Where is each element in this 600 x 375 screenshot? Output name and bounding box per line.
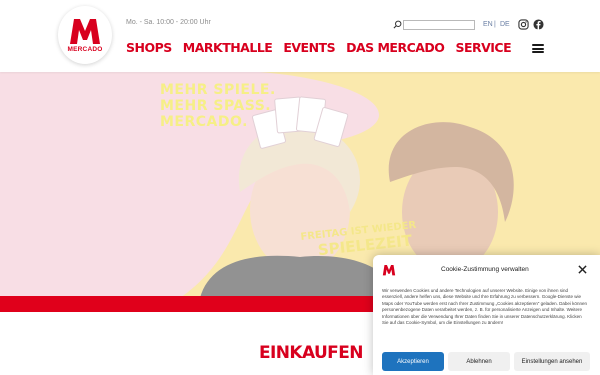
instagram-icon[interactable] — [518, 19, 529, 30]
accept-button[interactable]: Akzeptieren — [382, 352, 444, 371]
view-preferences-button[interactable]: Einstellungen ansehen — [514, 352, 590, 371]
nav-service[interactable]: SERVICE — [455, 40, 511, 55]
language-de[interactable]: DE — [500, 21, 510, 28]
logo-text: MERCADO — [67, 46, 103, 53]
language-separator: | — [494, 21, 496, 28]
site-header: MERCADO Mo. - Sa. 10:00 - 20:00 Uhr SHOP… — [0, 0, 600, 72]
mercado-logo[interactable]: MERCADO — [58, 6, 112, 64]
nav-shops[interactable]: SHOPS — [126, 40, 172, 55]
facebook-icon[interactable] — [533, 19, 544, 30]
hero-slogan-line-2: MEHR SPASS. — [160, 98, 272, 114]
deny-button[interactable]: Ablehnen — [448, 352, 510, 371]
search-input[interactable] — [403, 20, 475, 30]
main-navigation: SHOPS MARKTHALLE EVENTS DAS MERCADO SERV… — [126, 40, 512, 55]
search-icon[interactable] — [393, 20, 402, 29]
cookie-body-text: Wir verwenden Cookies und andere Technol… — [382, 288, 587, 326]
hero-slogan-line-3: MERCADO. — [160, 114, 248, 130]
hero-slogan-line-1: MEHR SPIELE. — [160, 82, 276, 98]
language-en[interactable]: EN — [483, 21, 493, 28]
menu-icon[interactable] — [532, 44, 544, 53]
opening-hours: Mo. - Sa. 10:00 - 20:00 Uhr — [126, 19, 211, 26]
cookie-title: Cookie-Zustimmung verwalten — [441, 266, 529, 273]
section-title: EINKAUFEN — [259, 343, 363, 363]
nav-events[interactable]: EVENTS — [283, 40, 335, 55]
hero-slogan: MEHR SPIELE. MEHR SPASS. MERCADO. — [160, 82, 276, 130]
nav-markthalle[interactable]: MARKTHALLE — [183, 40, 273, 55]
logo-m-icon — [70, 19, 100, 44]
nav-das-mercado[interactable]: DAS MERCADO — [346, 40, 445, 55]
mercado-logo-small-icon — [382, 265, 396, 276]
cookie-consent-dialog: Cookie-Zustimmung verwalten Wir verwende… — [373, 255, 600, 375]
close-icon[interactable] — [578, 265, 587, 274]
